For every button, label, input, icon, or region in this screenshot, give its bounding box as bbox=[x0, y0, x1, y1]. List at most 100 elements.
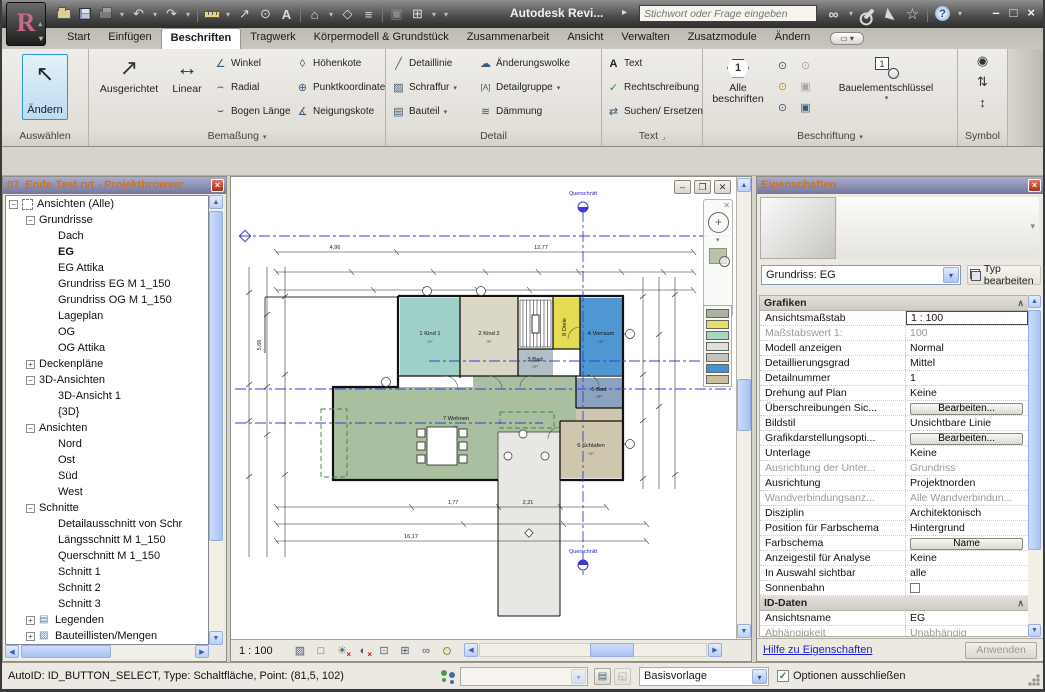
communication-center-icon[interactable] bbox=[881, 4, 900, 23]
thin-lines-icon[interactable]: ≡ bbox=[359, 5, 378, 24]
tab-start[interactable]: Start bbox=[58, 28, 99, 49]
type-selector-dropdown-icon[interactable]: ▾ bbox=[943, 267, 959, 283]
tree-item-grundriss-og-m[interactable]: Grundriss OG M 1_150 bbox=[6, 292, 208, 308]
prop-value-field[interactable]: Unsichtbare Linie bbox=[906, 416, 1028, 430]
close-button[interactable]: × bbox=[1027, 5, 1035, 20]
open-icon[interactable] bbox=[54, 5, 73, 24]
color-scheme-legend[interactable] bbox=[703, 305, 732, 387]
collapse-icon[interactable]: − bbox=[9, 200, 18, 209]
edit-type-button[interactable]: Typ bearbeiten bbox=[967, 265, 1041, 285]
scroll-right-icon[interactable]: ▶ bbox=[195, 645, 209, 658]
close-hidden-windows-icon[interactable]: ▣ bbox=[387, 5, 406, 24]
navigation-bar[interactable]: ✕ + ▾ Räum bbox=[703, 199, 733, 317]
bearbeiten-button[interactable]: Bearbeiten... bbox=[910, 433, 1023, 445]
apply-button[interactable]: Anwenden bbox=[965, 642, 1037, 659]
tree-item-querschnitt[interactable]: Querschnitt M 1_150 bbox=[6, 548, 208, 564]
print-icon[interactable] bbox=[96, 5, 115, 24]
crop-view-icon[interactable]: ⊡ bbox=[376, 643, 392, 658]
collapse-section-icon[interactable]: ∧ bbox=[1017, 596, 1024, 610]
space-tag-icon[interactable]: ▣ bbox=[800, 80, 810, 93]
hoehenkote-button[interactable]: ◊Höhenkote bbox=[295, 53, 361, 74]
bearbeiten-button[interactable]: Bearbeiten... bbox=[910, 403, 1023, 415]
design-options-icon[interactable]: ▤ bbox=[594, 668, 611, 685]
prop-value-field[interactable]: Projektnorden bbox=[906, 476, 1028, 490]
tree-item-eg-attika[interactable]: EG Attika bbox=[6, 260, 208, 276]
view-scale-button[interactable]: 1 : 100 bbox=[239, 645, 287, 657]
exclude-options-checkbox[interactable]: ✓ bbox=[777, 670, 789, 682]
room-kind2[interactable] bbox=[460, 298, 518, 376]
measure-icon[interactable]: ↗ bbox=[235, 5, 254, 24]
print-dropdown-icon[interactable]: ▾ bbox=[117, 5, 127, 24]
tab-beschriften[interactable]: Beschriften bbox=[161, 28, 242, 49]
tree-item-ansichten-alle[interactable]: −Ansichten (Alle) bbox=[6, 196, 208, 212]
tab-verwalten[interactable]: Verwalten bbox=[612, 28, 678, 49]
scroll-down-icon[interactable]: ▼ bbox=[209, 631, 223, 645]
exclude-options-control[interactable]: ✓ Optionen ausschließen bbox=[777, 670, 906, 682]
worksets-combo[interactable]: ▾ bbox=[460, 667, 588, 686]
tab-ansicht[interactable]: Ansicht bbox=[558, 28, 612, 49]
prop-value-field[interactable]: Normal bbox=[906, 341, 1028, 355]
tab-koerpermodell[interactable]: Körpermodell & Grundstück bbox=[305, 28, 458, 49]
material-tag-icon[interactable]: ▣ bbox=[800, 101, 810, 114]
prop-value-field[interactable]: 1 bbox=[906, 371, 1028, 385]
tree-item-schnitte[interactable]: −Schnitte bbox=[6, 500, 208, 516]
tag-icon[interactable]: ⊙ bbox=[256, 5, 275, 24]
section-id-daten[interactable]: ID-Daten∧ bbox=[760, 596, 1028, 611]
application-menu-button[interactable]: R▾▴ bbox=[6, 2, 46, 46]
qat-customize-icon[interactable]: ▾ bbox=[441, 5, 451, 24]
aenderungswolke-button[interactable]: ☁Änderungswolke bbox=[478, 53, 570, 74]
undo-dropdown-icon[interactable]: ▾ bbox=[150, 5, 160, 24]
rechtschreibung-button[interactable]: ✓Rechtschreibung bbox=[606, 77, 699, 98]
panel-label-symbol[interactable]: Symbol bbox=[958, 128, 1007, 146]
panel-label-detail[interactable]: Detail bbox=[386, 128, 601, 146]
collapse-section-icon[interactable]: ∧ bbox=[1017, 296, 1024, 310]
multi-category-tag-icon[interactable]: ⊙ bbox=[778, 101, 787, 114]
prop-value-field[interactable]: Mittel bbox=[906, 356, 1028, 370]
tree-item-3d-ansichten[interactable]: −3D-Ansichten bbox=[6, 372, 208, 388]
tree-item-schnitt-1[interactable]: Schnitt 1 bbox=[6, 564, 208, 580]
properties-help-link[interactable]: Hilfe zu Eigenschaften bbox=[763, 644, 872, 656]
tree-item-schnitt-2[interactable]: Schnitt 2 bbox=[6, 580, 208, 596]
tree-item-grundriss-eg-m[interactable]: Grundriss EG M 1_150 bbox=[6, 276, 208, 292]
crop-region-visibility-icon[interactable]: ⊞ bbox=[397, 643, 413, 658]
resize-grip[interactable] bbox=[1028, 674, 1040, 686]
span-direction-icon[interactable]: ⇅ bbox=[977, 74, 988, 90]
detaillinie-button[interactable]: ╱Detaillinie bbox=[391, 53, 452, 74]
collapse-icon[interactable]: − bbox=[26, 216, 35, 225]
scroll-right-icon[interactable]: ▶ bbox=[708, 643, 722, 657]
floor-plan[interactable]: Querschnitt Querschnitt 4,96 12,77 5,66 bbox=[231, 177, 736, 639]
tree-item-og-attika[interactable]: OG Attika bbox=[6, 340, 208, 356]
section-icon[interactable]: ◇ bbox=[338, 5, 357, 24]
tree-item-ansichten[interactable]: −Ansichten bbox=[6, 420, 208, 436]
prop-value-field[interactable]: Architektonisch bbox=[906, 506, 1028, 520]
tree-item-legenden[interactable]: +▤Legenden bbox=[6, 612, 208, 628]
tree-item-og[interactable]: OG bbox=[6, 324, 208, 340]
project-browser-close-icon[interactable]: × bbox=[211, 179, 224, 192]
detailgruppe-button[interactable]: [A]Detailgruppe▾ bbox=[478, 77, 560, 98]
canvas-horizontal-scrollbar[interactable]: ◀ ▶ bbox=[464, 643, 722, 658]
scroll-up-icon[interactable]: ▲ bbox=[1028, 295, 1041, 308]
scroll-left-icon[interactable]: ◀ bbox=[5, 645, 19, 658]
prop-value-field[interactable]: Keine bbox=[906, 446, 1028, 460]
tab-einfuegen[interactable]: Einfügen bbox=[99, 28, 160, 49]
undo-icon[interactable]: ↶ bbox=[129, 5, 148, 24]
daemmung-button[interactable]: ≋Dämmung bbox=[478, 101, 542, 122]
tree-item-schnitt-3[interactable]: Schnitt 3 bbox=[6, 596, 208, 612]
tree-item-detailausschnitt[interactable]: Detailausschnitt von Schr bbox=[6, 516, 208, 532]
detail-level-icon[interactable]: ▨ bbox=[292, 643, 308, 658]
browser-horizontal-scrollbar[interactable]: ◀ ▶ bbox=[5, 645, 209, 659]
scroll-down-icon[interactable]: ▼ bbox=[1028, 624, 1041, 637]
tab-tragwerk[interactable]: Tragwerk bbox=[241, 28, 304, 49]
expand-icon[interactable]: + bbox=[26, 360, 35, 369]
dimension-dropdown-icon[interactable]: ▾ bbox=[223, 5, 233, 24]
reveal-hidden-icon[interactable]: ∞ bbox=[418, 643, 434, 658]
subscription-key-icon[interactable] bbox=[859, 4, 878, 23]
bauteil-button[interactable]: ▤Bauteil▾ bbox=[391, 101, 447, 122]
combo-dropdown-icon[interactable]: ▾ bbox=[571, 669, 586, 684]
collapse-icon[interactable]: − bbox=[26, 424, 35, 433]
steering-wheel-icon[interactable]: + bbox=[708, 212, 729, 233]
project-browser-title[interactable]: 07_Ende Test.rvt - Projektbrowser bbox=[3, 177, 226, 194]
tree-item-grundrisse[interactable]: −Grundrisse bbox=[6, 212, 208, 228]
tree-item-ost[interactable]: Ost bbox=[6, 452, 208, 468]
area-tag-icon[interactable]: ⊙ bbox=[778, 80, 787, 93]
